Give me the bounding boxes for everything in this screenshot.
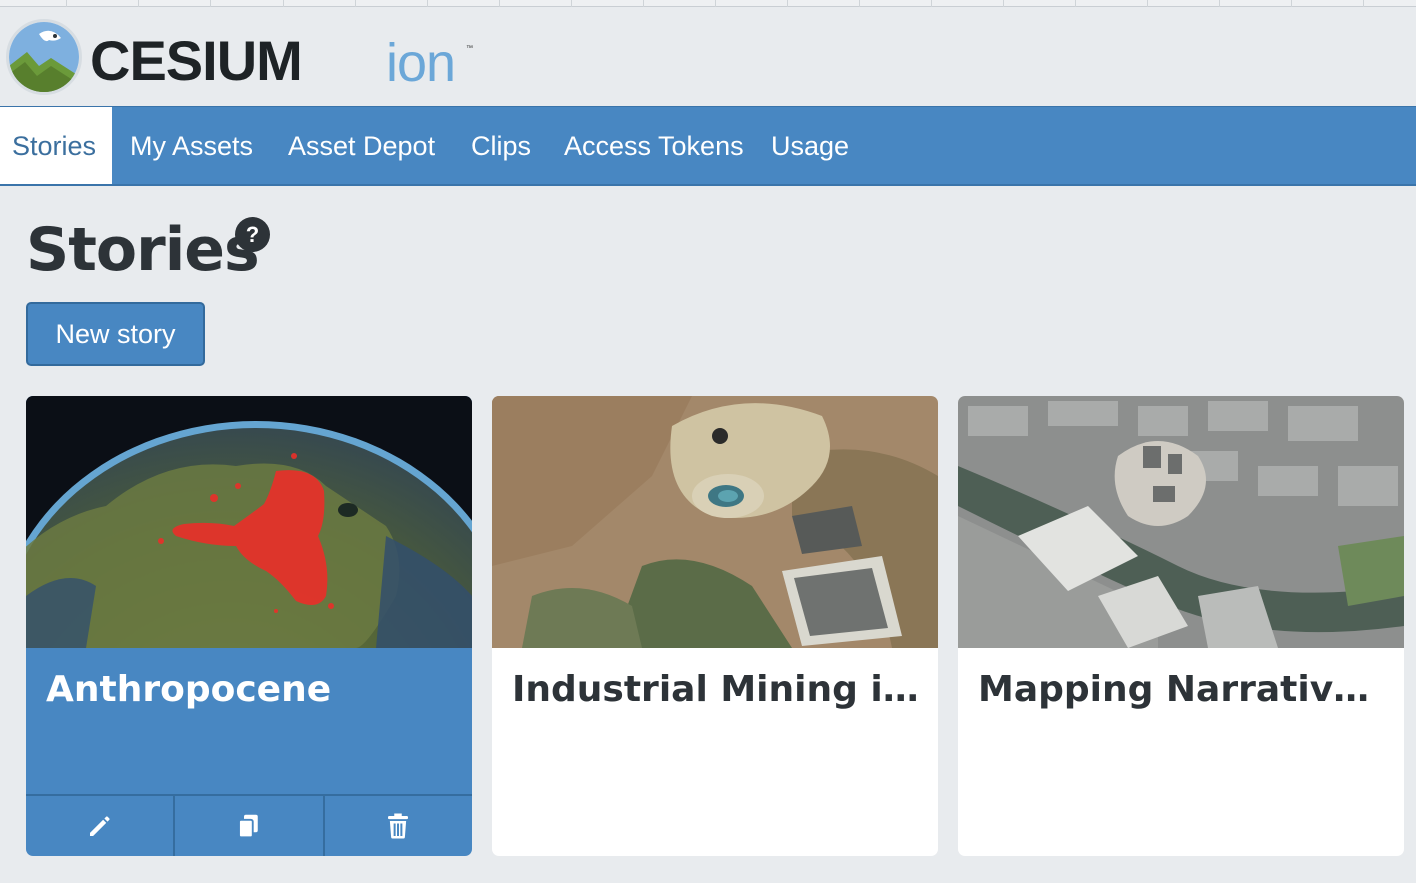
trash-icon <box>388 813 409 839</box>
tab-stories[interactable]: Stories <box>0 107 113 184</box>
copy-icon <box>238 814 258 839</box>
brand-product: ion <box>386 33 456 93</box>
story-thumbnail-city <box>958 396 1404 648</box>
delete-story-button[interactable] <box>325 796 472 856</box>
story-thumbnail-globe <box>26 396 472 648</box>
top-ruler <box>0 0 1416 7</box>
brand-trademark: ™ <box>466 45 473 52</box>
story-title[interactable]: Industrial Mining in D... <box>512 666 922 714</box>
tab-clips[interactable]: Clips <box>471 107 531 184</box>
tab-access-tokens[interactable]: Access Tokens <box>564 107 744 184</box>
help-icon[interactable]: ? <box>235 217 270 252</box>
card-actions <box>26 794 472 856</box>
tab-usage[interactable]: Usage <box>771 107 849 184</box>
story-card-anthropocene[interactable]: Anthropocene <box>26 396 472 856</box>
story-title[interactable]: Anthropocene <box>46 666 456 714</box>
page-title: Stories <box>26 215 260 285</box>
cesium-logo-icon[interactable] <box>6 19 82 95</box>
main-nav: Stories My Assets Asset Depot Clips Acce… <box>0 106 1416 186</box>
new-story-button[interactable]: New story <box>26 302 205 366</box>
duplicate-story-button[interactable] <box>175 796 325 856</box>
brand-name: CESIUM <box>90 29 303 92</box>
edit-story-button[interactable] <box>26 796 176 856</box>
pencil-icon <box>89 816 110 836</box>
tab-my-assets[interactable]: My Assets <box>130 107 253 184</box>
story-card-industrial-mining[interactable]: Industrial Mining in D... <box>492 396 938 856</box>
app-header: CESIUM ion ™ <box>0 7 1416 106</box>
tab-asset-depot[interactable]: Asset Depot <box>288 107 435 184</box>
story-title[interactable]: Mapping Narratives: ... <box>978 666 1388 714</box>
story-card-mapping-narratives[interactable]: Mapping Narratives: ... <box>958 396 1404 856</box>
story-thumbnail-mine <box>492 396 938 648</box>
